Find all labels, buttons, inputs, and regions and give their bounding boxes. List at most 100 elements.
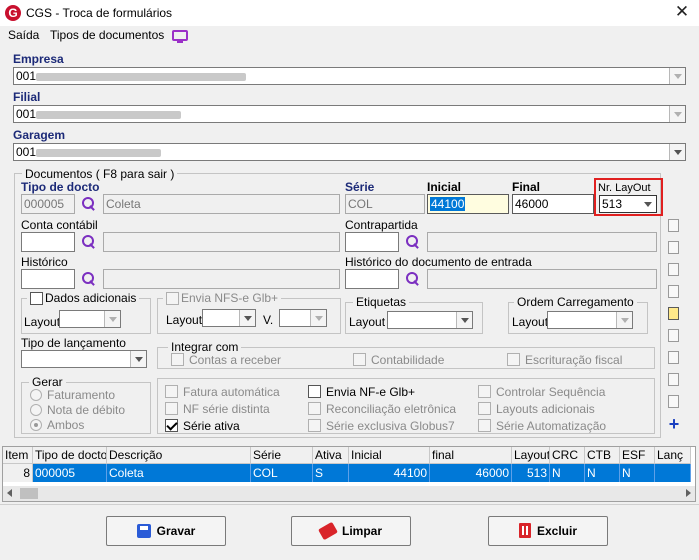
column-header[interactable]: Série: [251, 447, 313, 464]
reconciliacao-checkbox[interactable]: [308, 402, 321, 415]
table-row[interactable]: 8 000005 Coleta COL S 44100 46000 513 N …: [3, 464, 691, 482]
historico-field[interactable]: [21, 269, 75, 289]
filial-select[interactable]: 001: [13, 105, 686, 123]
layout-select[interactable]: 513: [599, 195, 657, 213]
dados-adicionais-checkbox[interactable]: [30, 292, 43, 305]
garagem-label: Garagem: [13, 128, 66, 142]
cell-ativa: S: [313, 464, 349, 482]
fatura-automatica-checkbox[interactable]: [165, 385, 178, 398]
envia-nfe-checkbox[interactable]: [308, 385, 321, 398]
limpar-label: Limpar: [341, 524, 382, 538]
close-button[interactable]: ✕: [665, 0, 699, 26]
empresa-select[interactable]: 001: [13, 67, 686, 85]
contabilidade-checkbox[interactable]: [353, 353, 366, 366]
envia-nfse-version-select[interactable]: [279, 309, 327, 327]
layouts-adicionais-label: Layouts adicionais: [496, 402, 595, 416]
monitor-icon[interactable]: [172, 30, 188, 43]
limpar-button[interactable]: Limpar: [291, 516, 411, 546]
chevron-down-icon[interactable]: [310, 310, 326, 326]
column-header[interactable]: Lanç: [655, 447, 691, 464]
chevron-down-icon[interactable]: [239, 310, 255, 326]
clear-icon[interactable]: [664, 327, 684, 345]
chevron-down-icon[interactable]: [669, 144, 685, 160]
envia-nfse-checkbox[interactable]: [166, 292, 179, 305]
tipo-lancamento-label: Tipo de lançamento: [21, 336, 126, 350]
chevron-down-icon[interactable]: [640, 196, 656, 212]
etiquetas-layout-select[interactable]: [387, 311, 473, 329]
column-header[interactable]: final: [430, 447, 512, 464]
final-label: Final: [512, 180, 541, 194]
edit-icon[interactable]: [664, 283, 684, 301]
faturamento-radio[interactable]: [30, 389, 42, 401]
eraser-icon[interactable]: [664, 261, 684, 279]
envia-nfse-v-label: V.: [263, 313, 274, 327]
chevron-down-icon[interactable]: [130, 351, 146, 367]
column-header[interactable]: ESF: [620, 447, 655, 464]
dados-adicionais-layout-select[interactable]: [59, 310, 121, 328]
cell-final: 46000: [430, 464, 512, 482]
column-header[interactable]: Descrição: [107, 447, 251, 464]
filial-label: Filial: [13, 90, 41, 104]
nota-debito-radio[interactable]: [30, 404, 42, 416]
serie-ativa-checkbox[interactable]: [165, 419, 178, 432]
chevron-down-icon[interactable]: [456, 312, 472, 328]
layouts-adicionais-checkbox[interactable]: [478, 402, 491, 415]
column-header[interactable]: Inicial: [349, 447, 430, 464]
search-icon[interactable]: [82, 235, 96, 249]
layout-label: Nr. LayOut: [598, 182, 651, 194]
escrituracao-fiscal-checkbox[interactable]: [507, 353, 520, 366]
empresa-value: 001: [16, 69, 37, 83]
add-icon[interactable]: +: [664, 415, 684, 434]
tipo-lancamento-select[interactable]: [21, 350, 147, 368]
serie-exclusiva-checkbox[interactable]: [308, 419, 321, 432]
gravar-button[interactable]: Gravar: [106, 516, 226, 546]
conta-contabil-field[interactable]: [21, 232, 75, 252]
filial-value: 001: [16, 107, 37, 121]
cell-descricao: Coleta: [107, 464, 251, 482]
cell-tipo: 000005: [33, 464, 107, 482]
search-icon[interactable]: [406, 235, 420, 249]
search-icon[interactable]: [82, 197, 96, 211]
column-header[interactable]: CRC: [550, 447, 585, 464]
menu-tipos-documentos[interactable]: Tipos de documentos: [50, 28, 164, 42]
pencil-icon[interactable]: [664, 371, 684, 389]
contrapartida-field[interactable]: [345, 232, 399, 252]
search-icon[interactable]: [406, 272, 420, 286]
garagem-select[interactable]: 001: [13, 143, 686, 161]
chevron-down-icon[interactable]: [669, 106, 685, 122]
eraser-icon: [318, 521, 338, 541]
nf-serie-distinta-checkbox[interactable]: [165, 402, 178, 415]
chevron-down-icon[interactable]: [669, 68, 685, 84]
horizontal-scrollbar[interactable]: [3, 486, 695, 501]
serie-automatizacao-checkbox[interactable]: [478, 419, 491, 432]
column-header[interactable]: Tipo de docto: [33, 447, 107, 464]
forward-icon[interactable]: [664, 239, 684, 257]
ambos-radio[interactable]: [30, 419, 42, 431]
scroll-left-icon[interactable]: [7, 489, 12, 497]
contrapartida-desc-field: [427, 232, 657, 252]
ordem-carregamento-layout-select[interactable]: [547, 311, 633, 329]
column-header[interactable]: CTB: [585, 447, 620, 464]
column-header[interactable]: Layout: [512, 447, 550, 464]
contas-receber-checkbox[interactable]: [171, 353, 184, 366]
column-header[interactable]: Item: [3, 447, 33, 464]
envia-nfse-layout-select[interactable]: [202, 309, 256, 327]
chevron-down-icon[interactable]: [104, 311, 120, 327]
tipo-docto-code-field[interactable]: 000005: [21, 194, 75, 214]
copy-icon[interactable]: [664, 217, 684, 235]
serie-field[interactable]: COL: [345, 194, 425, 214]
excluir-button[interactable]: Excluir: [488, 516, 608, 546]
historico-entrada-field[interactable]: [345, 269, 399, 289]
document-icon[interactable]: [664, 305, 684, 323]
menu-saida[interactable]: Saída: [8, 28, 39, 42]
column-header[interactable]: Ativa: [313, 447, 349, 464]
preview-icon[interactable]: [664, 393, 684, 411]
chevron-down-icon[interactable]: [616, 312, 632, 328]
inicial-field[interactable]: 44100: [427, 194, 509, 214]
scroll-right-icon[interactable]: [686, 489, 691, 497]
print-icon[interactable]: [664, 349, 684, 367]
search-icon[interactable]: [82, 272, 96, 286]
final-field[interactable]: 46000: [512, 194, 594, 214]
controlar-sequencia-checkbox[interactable]: [478, 385, 491, 398]
scroll-thumb[interactable]: [20, 488, 38, 499]
